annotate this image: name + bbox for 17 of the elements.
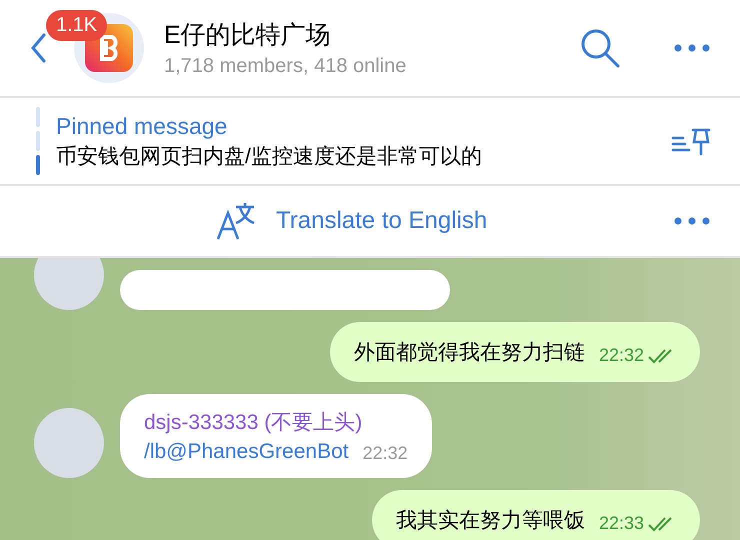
more-icon [674,44,710,52]
sender-name: dsjs-333333 (不要上头) [144,410,364,436]
member-count: 1,718 members, 418 online [164,55,408,78]
pinned-text[interactable]: 币安钱包网页扫内盘/监控速度还是非常可以的 [56,142,668,170]
pinned-label: Pinned message [56,112,228,140]
back-icon[interactable] [30,33,46,63]
message-text: 我其实在努力等喂饭 [396,508,585,534]
message-text: 外面都觉得我在努力扫链 [354,340,585,366]
translate-icon [216,201,256,241]
bot-command-link[interactable]: /lb@PhanesGreenBot [144,440,349,464]
more-icon [674,217,710,225]
message-time: 22:33 [598,513,676,534]
translate-button[interactable]: Translate to English [216,201,668,241]
message-time: 22:32 [598,345,676,366]
chat-title: E仔的比特广场 [164,20,332,51]
message-time: 22:32 [362,443,408,464]
unread-count-badge: 1.1K [46,10,108,41]
